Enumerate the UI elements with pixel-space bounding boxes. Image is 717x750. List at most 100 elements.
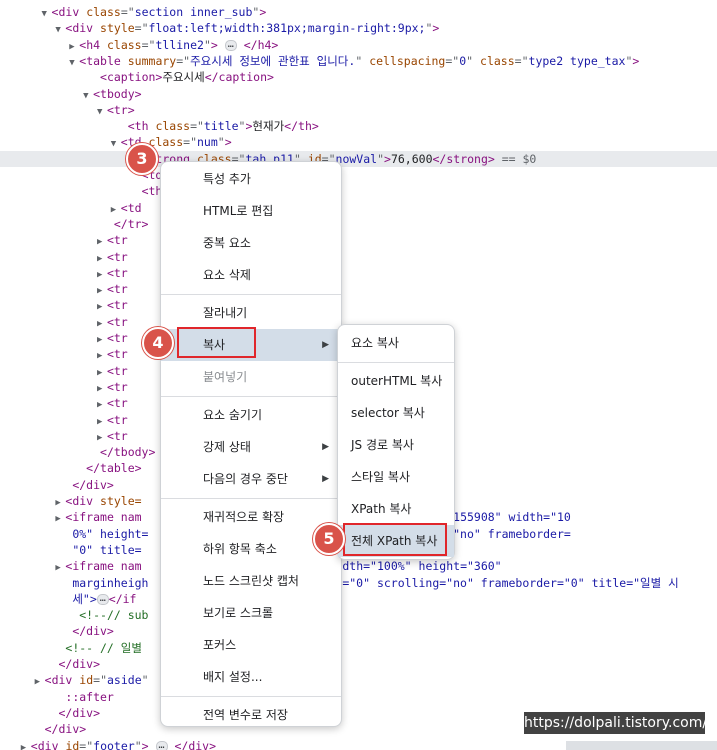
tag-open: <: [44, 673, 52, 688]
dom-node-line[interactable]: ▶ <tr: [0, 314, 128, 330]
tag-name: table: [86, 53, 121, 68]
tag-name: tr: [113, 102, 128, 117]
dom-node-line[interactable]: ::after: [0, 689, 113, 705]
dom-node-line[interactable]: ▶ <tr: [0, 249, 128, 265]
dom-node-line[interactable]: </div>: [0, 656, 100, 672]
dom-node-line[interactable]: ▶ <tr: [0, 412, 128, 428]
attr-eq: =": [514, 53, 529, 68]
dom-node-line[interactable]: ▶ <tr: [0, 346, 128, 362]
dom-node-line[interactable]: ▼ <tr>: [0, 102, 135, 118]
dom-node-line[interactable]: <th: [0, 183, 163, 199]
dom-node-line[interactable]: 세">… </if: [0, 591, 136, 607]
tag-rest: >: [127, 102, 135, 117]
tag-close: </h4>: [243, 37, 279, 52]
dom-node-selected[interactable]: <strong class="tah p11" id="nowVal">76,6…: [0, 150, 717, 167]
context-menu-item-0[interactable]: 특성 추가: [161, 163, 341, 195]
context-menu-item-16[interactable]: 보기로 스크롤: [161, 597, 341, 629]
context-menu-item-5[interactable]: 잘라내기: [161, 297, 341, 329]
dom-node-line[interactable]: ▶ <tr: [0, 395, 128, 411]
dom-node-line[interactable]: </table>: [0, 460, 141, 476]
dom-node-line[interactable]: ▶ <tr: [0, 232, 128, 248]
horizontal-scrollbar[interactable]: [566, 741, 717, 750]
tag-name: tr: [113, 412, 128, 427]
step-3-badge: 3: [126, 143, 158, 175]
dom-node-line[interactable]: ▼ <div class="section inner_sub">: [0, 4, 267, 20]
context-menu-item-20[interactable]: 전역 변수로 저장: [161, 699, 341, 731]
collapsed-children-ellipsis[interactable]: …: [155, 740, 168, 750]
context-menu-item-9[interactable]: 요소 숨기기: [161, 399, 341, 431]
context-menu-item-3[interactable]: 요소 삭제: [161, 259, 341, 291]
dom-node-line[interactable]: ▶ <h4 class="tlline2"> … </h4>: [0, 37, 278, 53]
dom-node-line[interactable]: ▼ <td class="num">: [0, 134, 232, 150]
tag-open: <: [106, 331, 114, 345]
dom-node-line[interactable]: </tr>: [0, 216, 149, 232]
context-menu-item-18[interactable]: 배지 설정...: [161, 661, 341, 693]
dom-node-line[interactable]: ▶ <td: [0, 200, 142, 216]
dom-node-line[interactable]: ▶ <div id="aside": [0, 672, 149, 688]
dom-node-line[interactable]: ▶ <div id="footer"> … </div>: [0, 738, 216, 750]
tag-name: tr: [113, 379, 128, 394]
dom-node-line[interactable]: ▶ <tr: [0, 297, 128, 313]
collapsed-children-ellipsis[interactable]: …: [96, 593, 109, 605]
collapsed-children-ellipsis[interactable]: …: [224, 39, 237, 51]
dom-node-line[interactable]: ▶ <div style=: [0, 493, 141, 509]
attr-value: 주요시세 정보에 관한표 입니다.: [190, 53, 356, 68]
tag-name: div: [51, 673, 73, 688]
context-menu-item-11[interactable]: 다음의 경우 중단 ▶: [161, 463, 341, 495]
context-menu-item-15[interactable]: 노드 스크린샷 캡처: [161, 565, 341, 597]
tag-open: <: [106, 314, 114, 329]
dom-node-line[interactable]: ▶ <tr: [0, 330, 128, 346]
tag-close: </tr>: [113, 216, 149, 231]
copy-submenu-item-3[interactable]: selector 복사: [338, 397, 454, 429]
dom-node-line[interactable]: </div>: [0, 477, 114, 493]
dom-node-line[interactable]: <!--// sub: [0, 607, 148, 623]
copy-submenu-item-4[interactable]: JS 경로 복사: [338, 429, 454, 461]
tag-open: <: [106, 379, 114, 394]
dom-node-line[interactable]: </tbody>: [0, 444, 155, 460]
dom-node-line[interactable]: ▶ <tr: [0, 363, 128, 379]
copy-submenu-item-5[interactable]: 스타일 복사: [338, 461, 454, 493]
context-menu-item-1[interactable]: HTML로 편집: [161, 195, 341, 227]
dom-node-line[interactable]: ▶ <tr: [0, 265, 128, 281]
tag-rest: >: [384, 151, 391, 166]
dom-node-line[interactable]: </div>: [0, 623, 114, 639]
copy-submenu-item-2[interactable]: outerHTML 복사: [338, 365, 454, 397]
tag-name: td: [127, 200, 142, 215]
tag-open: <: [106, 298, 114, 313]
dom-node-line[interactable]: ▶ <tr: [0, 428, 128, 444]
dom-node-line[interactable]: </div>: [0, 721, 87, 737]
dom-node-line[interactable]: <th class="title">현재가</th>: [0, 118, 319, 134]
attr-eq: =": [93, 673, 107, 688]
expand-right-icon[interactable]: ▶: [21, 740, 31, 750]
tag-name: h4: [86, 37, 101, 52]
dom-node-line[interactable]: <!-- // 일별: [0, 640, 142, 656]
copy-submenu-item-0[interactable]: 요소 복사: [338, 327, 454, 359]
context-menu-item-2[interactable]: 중복 요소: [161, 227, 341, 259]
context-menu-item-10[interactable]: 강제 상태 ▶: [161, 431, 341, 463]
context-menu-item-17[interactable]: 포커스: [161, 629, 341, 661]
dom-node-line[interactable]: ▼ <tbody>: [0, 86, 142, 102]
dom-node-line[interactable]: ▶ <tr: [0, 281, 128, 297]
tag-name: tr: [113, 331, 128, 345]
attr-value: title: [203, 119, 239, 134]
copy-submenu-item-6[interactable]: XPath 복사: [338, 493, 454, 525]
dom-node-line[interactable]: ▶ <tr: [0, 379, 128, 395]
dom-node-line[interactable]: ▼ <table summary="주요시세 정보에 관한표 입니다." cell…: [0, 53, 639, 69]
context-menu-item-13[interactable]: 재귀적으로 확장: [161, 501, 341, 533]
dom-node-line[interactable]: </div>: [0, 705, 100, 721]
dom-node-line[interactable]: <caption>주요시세</caption>: [0, 69, 274, 85]
dom-node-line[interactable]: ▼ <div style="float:left;width:381px;marg…: [0, 20, 439, 36]
